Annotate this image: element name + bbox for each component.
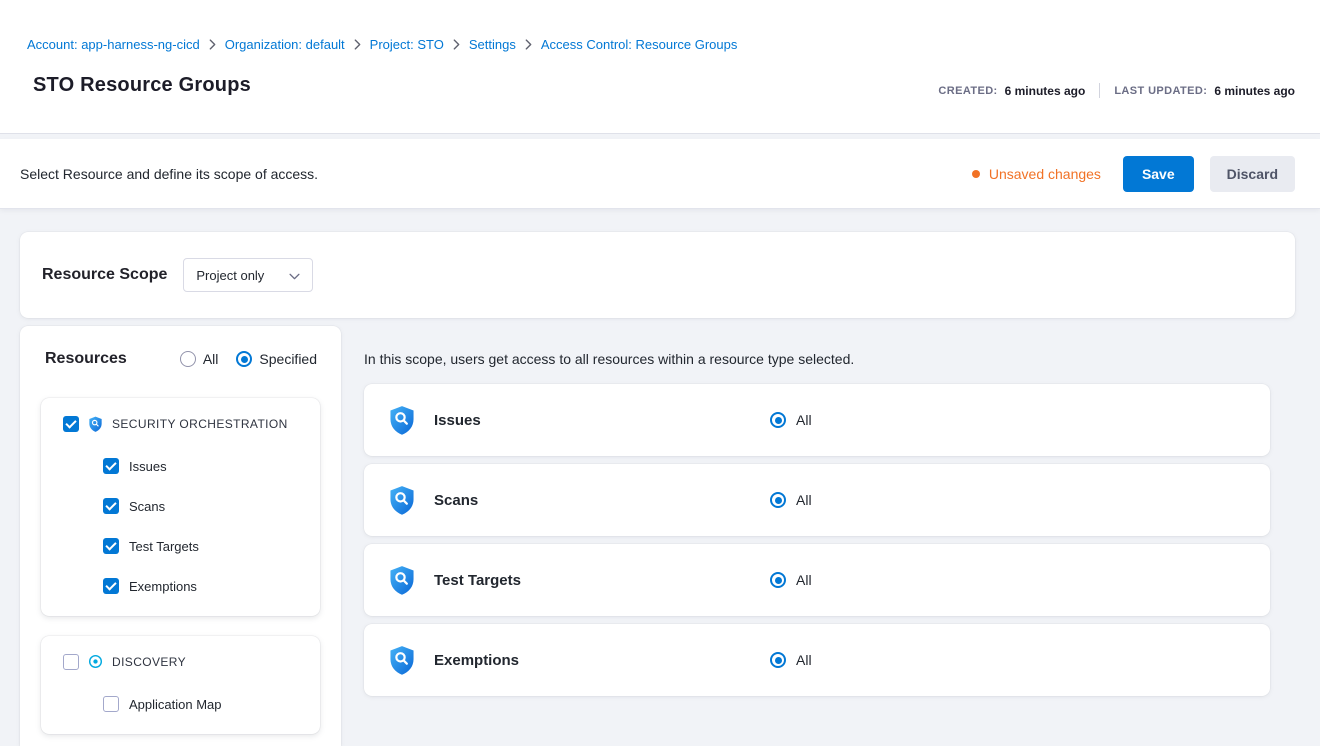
resource-rows: Issues All Scans All Test Targets All Ex…	[364, 384, 1270, 704]
unsaved-changes-indicator: Unsaved changes	[972, 166, 1101, 182]
action-toolbar: Select Resource and define its scope of …	[0, 139, 1320, 209]
access-all-label: All	[796, 652, 812, 668]
resource-checkbox-row[interactable]: Issues	[41, 446, 320, 486]
access-all-label: All	[796, 492, 812, 508]
unsaved-changes-text: Unsaved changes	[989, 166, 1101, 182]
shield-search-icon	[88, 416, 103, 432]
resource-group-security-orchestration: SECURITY ORCHESTRATION Issues Scans Test…	[41, 398, 320, 616]
chevron-right-icon	[525, 39, 532, 50]
resource-scope-select[interactable]: Project only	[183, 258, 313, 292]
access-radio-group[interactable]: All	[770, 652, 812, 668]
access-all-label: All	[796, 412, 812, 428]
shield-search-icon	[388, 485, 416, 515]
radio-all-label: All	[203, 351, 219, 367]
discard-button[interactable]: Discard	[1210, 156, 1295, 192]
access-all-radio-icon[interactable]	[770, 492, 786, 508]
shield-search-icon	[388, 565, 416, 595]
toolbar-description: Select Resource and define its scope of …	[20, 166, 318, 182]
resource-scope-selected-value: Project only	[196, 268, 264, 283]
shield-search-icon	[388, 645, 416, 675]
resource-checkbox-row[interactable]: Exemptions	[41, 566, 320, 606]
group-checkbox[interactable]	[63, 416, 79, 432]
page-header: Account: app-harness-ng-cicd Organizatio…	[0, 0, 1320, 134]
chevron-right-icon	[209, 39, 216, 50]
resource-scope-label: Resource Scope	[42, 266, 167, 284]
item-checkbox[interactable]	[103, 696, 119, 712]
resource-row-label: Issues	[434, 412, 481, 429]
last-updated-label: LAST UPDATED:	[1114, 85, 1207, 97]
radio-specified[interactable]: Specified	[236, 351, 317, 367]
header-meta: CREATED: 6 minutes ago LAST UPDATED: 6 m…	[938, 83, 1295, 98]
page-title: STO Resource Groups	[33, 74, 251, 97]
item-label: Exemptions	[129, 579, 197, 594]
resource-row-label: Test Targets	[434, 572, 521, 589]
resource-row-scans: Scans All	[364, 464, 1270, 536]
item-checkbox[interactable]	[103, 538, 119, 554]
resource-scope-card: Resource Scope Project only	[20, 232, 1295, 318]
resource-checkbox-row[interactable]: Test Targets	[41, 526, 320, 566]
meta-divider	[1099, 83, 1100, 98]
access-all-radio-icon[interactable]	[770, 652, 786, 668]
group-header-row[interactable]: SECURITY ORCHESTRATION	[41, 402, 320, 446]
toolbar-actions: Unsaved changes Save Discard	[972, 156, 1295, 192]
scope-description: In this scope, users get access to all r…	[364, 351, 854, 367]
breadcrumb-organization-link[interactable]: Organization: default	[225, 37, 345, 52]
created-value: 6 minutes ago	[1005, 84, 1086, 98]
breadcrumb-account-link[interactable]: Account: app-harness-ng-cicd	[27, 37, 200, 52]
unsaved-dot-icon	[972, 170, 980, 178]
breadcrumb-project-link[interactable]: Project: STO	[370, 37, 444, 52]
chevron-right-icon	[354, 39, 361, 50]
resources-panel-header: Resources All Specified	[20, 326, 341, 368]
item-label: Scans	[129, 499, 165, 514]
resource-row-test-targets: Test Targets All	[364, 544, 1270, 616]
resource-checkbox-row[interactable]: Application Map	[41, 684, 320, 724]
save-button[interactable]: Save	[1123, 156, 1194, 192]
access-all-radio-icon[interactable]	[770, 412, 786, 428]
resources-title: Resources	[45, 350, 127, 368]
item-label: Issues	[129, 459, 167, 474]
chevron-right-icon	[453, 39, 460, 50]
resource-row-exemptions: Exemptions All	[364, 624, 1270, 696]
group-header-row[interactable]: DISCOVERY	[41, 640, 320, 684]
last-updated-value: 6 minutes ago	[1214, 84, 1295, 98]
item-label: Application Map	[129, 697, 222, 712]
group-name: DISCOVERY	[112, 655, 186, 669]
radio-specified-icon[interactable]	[236, 351, 252, 367]
item-label: Test Targets	[129, 539, 199, 554]
resources-panel: Resources All Specified SECURITY ORCHEST…	[20, 326, 341, 746]
resource-row-label: Scans	[434, 492, 478, 509]
radio-all-icon[interactable]	[180, 351, 196, 367]
resources-filter-radios: All Specified	[180, 351, 317, 367]
item-checkbox[interactable]	[103, 578, 119, 594]
radar-icon	[88, 654, 103, 670]
access-radio-group[interactable]: All	[770, 572, 812, 588]
group-name: SECURITY ORCHESTRATION	[112, 417, 288, 431]
breadcrumb-settings-link[interactable]: Settings	[469, 37, 516, 52]
access-all-radio-icon[interactable]	[770, 572, 786, 588]
resource-row-issues: Issues All	[364, 384, 1270, 456]
item-checkbox[interactable]	[103, 458, 119, 474]
shield-search-icon	[388, 405, 416, 435]
access-radio-group[interactable]: All	[770, 492, 812, 508]
access-all-label: All	[796, 572, 812, 588]
radio-specified-label: Specified	[259, 351, 317, 367]
chevron-down-icon	[289, 273, 300, 280]
created-label: CREATED:	[938, 85, 997, 97]
breadcrumb: Account: app-harness-ng-cicd Organizatio…	[27, 37, 737, 52]
access-radio-group[interactable]: All	[770, 412, 812, 428]
resource-checkbox-row[interactable]: Scans	[41, 486, 320, 526]
resource-group-discovery: DISCOVERY Application Map	[41, 636, 320, 734]
resource-row-label: Exemptions	[434, 652, 519, 669]
radio-all[interactable]: All	[180, 351, 219, 367]
breadcrumb-resource-groups-link[interactable]: Access Control: Resource Groups	[541, 37, 738, 52]
item-checkbox[interactable]	[103, 498, 119, 514]
group-checkbox[interactable]	[63, 654, 79, 670]
